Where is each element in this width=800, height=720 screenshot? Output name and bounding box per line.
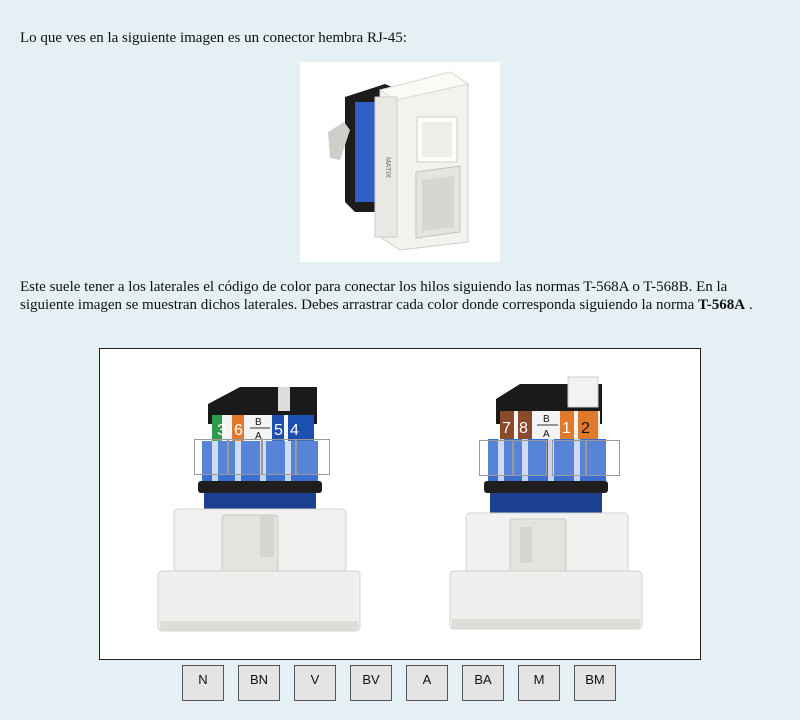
token-ba[interactable]: BA <box>462 665 504 701</box>
token-bm[interactable]: BM <box>574 665 616 701</box>
token-a[interactable]: A <box>406 665 448 701</box>
left-label-4: 4 <box>290 422 299 439</box>
drop-zone-left-2[interactable] <box>228 439 262 475</box>
token-n[interactable]: N <box>182 665 224 701</box>
left-label-3: 3 <box>217 422 226 439</box>
instructions-standard: T-568A <box>698 297 746 313</box>
token-bn[interactable]: BN <box>238 665 280 701</box>
right-label-8: 8 <box>519 420 528 437</box>
drop-zone-left-4[interactable] <box>296 439 330 475</box>
jack-brand-label: MATIX <box>384 157 391 178</box>
instructions-suffix: . <box>745 297 753 313</box>
left-label-5: 5 <box>274 422 283 439</box>
right-label-2: 2 <box>581 420 590 437</box>
right-connector: 7 8 B A 1 2 <box>449 376 643 630</box>
drop-zone-right-3[interactable] <box>552 440 586 476</box>
left-label-b: B <box>255 417 262 428</box>
left-connector: 3 6 B A 5 4 <box>157 387 361 632</box>
token-bv[interactable]: BV <box>350 665 392 701</box>
connector-image-frame: 3 6 B A 5 4 7 8 B A 1 2 <box>99 348 701 660</box>
left-label-6: 6 <box>234 422 243 439</box>
instructions-paragraph: Este suele tener a los laterales el códi… <box>20 278 782 314</box>
drop-zone-left-3[interactable] <box>262 439 296 475</box>
right-label-a: A <box>543 429 550 440</box>
drop-zone-right-1[interactable] <box>479 440 513 476</box>
right-label-1: 1 <box>562 420 571 437</box>
drop-zone-right-2[interactable] <box>513 440 547 476</box>
intro-text: Lo que ves en la siguiente imagen es un … <box>20 30 407 46</box>
drop-zone-right-4[interactable] <box>586 440 620 476</box>
drop-zone-left-1[interactable] <box>194 439 228 475</box>
right-label-b: B <box>543 414 550 425</box>
right-label-7: 7 <box>502 420 511 437</box>
instructions-text: Este suele tener a los laterales el códi… <box>20 279 728 313</box>
token-m[interactable]: M <box>518 665 560 701</box>
token-v[interactable]: V <box>294 665 336 701</box>
rj45-jack-photo: MATIX <box>300 62 500 262</box>
